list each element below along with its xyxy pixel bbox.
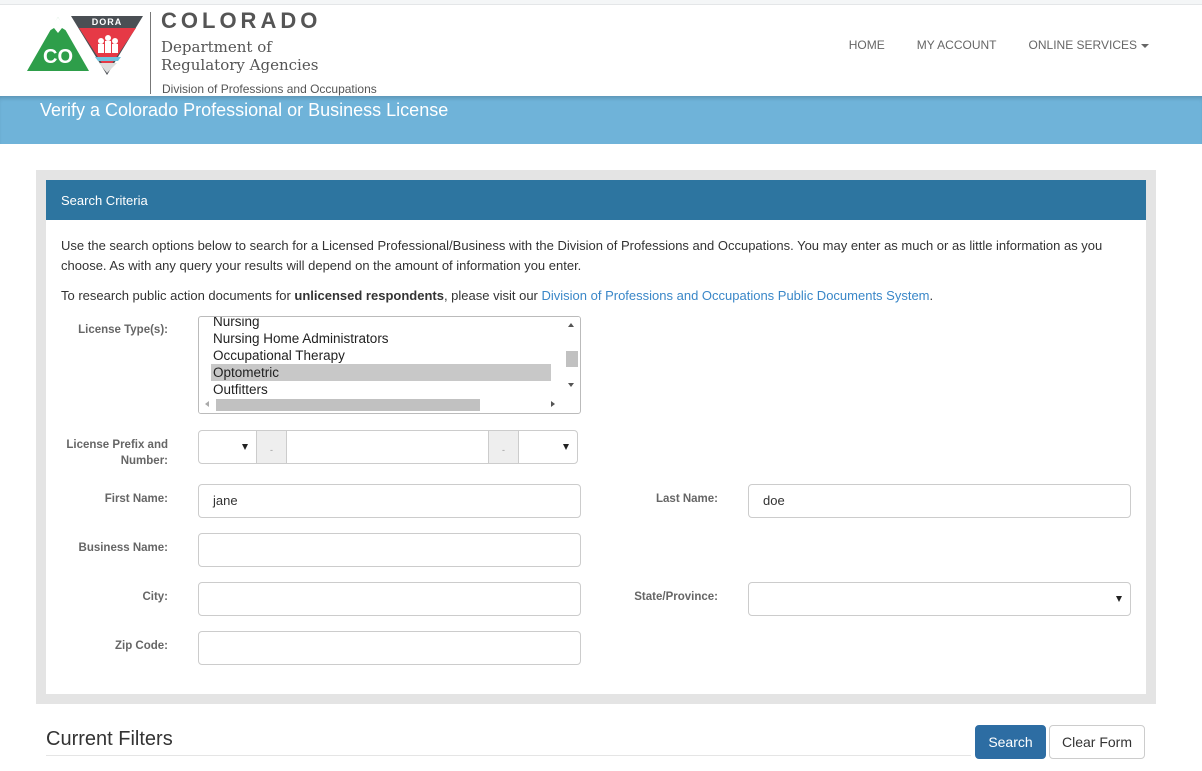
license-types-listbox[interactable]: Nursing Nursing Home Administrators Occu… [198,316,581,414]
dora-logo[interactable]: CO DORA [25,11,145,77]
license-prefix-select[interactable] [199,431,257,463]
first-name-input[interactable]: jane [198,484,581,518]
search-panel-wrapper: Search Criteria Use the search options b… [36,170,1156,704]
separator-addon: - [257,431,287,463]
research-suffix: . [929,288,934,303]
last-name-value: doe [763,493,785,508]
license-number-input[interactable] [287,431,489,463]
license-number-group: - - [198,430,578,464]
license-type-option[interactable]: Nursing [211,317,551,330]
public-documents-link[interactable]: Division of Professions and Occupations … [542,288,930,303]
listbox-horizontal-scrollbar[interactable] [199,396,565,413]
page-banner: Verify a Colorado Professional or Busine… [0,96,1202,144]
research-bold: unlicensed respondents [294,288,444,303]
listbox-vertical-scrollbar[interactable] [563,317,580,397]
first-name-value: jane [213,493,238,508]
license-prefix-label-line2: Number: [120,455,168,467]
intro-paragraph: Use the search options below to search f… [61,238,1103,273]
business-name-input[interactable] [198,533,581,567]
site-header: CO DORA COLORADO Department of Regulator… [0,5,1202,97]
state-label: State/Province: [634,591,718,603]
license-type-option-selected[interactable]: Optometric [211,364,551,381]
license-type-option[interactable]: Occupational Therapy [211,347,551,364]
license-prefix-label: License Prefix and Number: [46,437,168,469]
research-middle: , please visit our [443,288,542,303]
last-name-input[interactable]: doe [748,484,1131,518]
city-input[interactable] [198,582,581,616]
license-suffix-select[interactable] [519,431,577,463]
logo-divider [150,12,151,94]
nav-home[interactable]: HOME [849,38,885,52]
scroll-right-icon[interactable] [551,401,555,407]
filters-divider [46,755,971,756]
brand-dept-line1: Department of [161,38,272,56]
first-name-label: First Name: [104,493,168,505]
zip-label: Zip Code: [114,640,168,652]
license-prefix-label-line1: License Prefix and [66,439,168,451]
search-button[interactable]: Search [975,725,1046,759]
scroll-down-icon[interactable] [568,383,574,387]
page-title: Verify a Colorado Professional or Busine… [40,100,449,120]
license-types-label: License Type(s): [78,324,168,336]
panel-heading: Search Criteria [46,180,1146,220]
license-types-options: Nursing Nursing Home Administrators Occu… [211,317,551,398]
caret-down-icon [1141,43,1149,48]
logo-co-text: CO [43,46,73,68]
brand-dept-line2: Regulatory Agencies [161,56,319,74]
scroll-up-icon[interactable] [568,323,574,327]
scroll-thumb-horizontal[interactable] [216,399,480,411]
scroll-thumb[interactable] [566,351,578,367]
caret-down-icon [563,444,569,450]
zip-input[interactable] [198,631,581,665]
brand-department: Department of Regulatory Agencies [161,38,318,74]
research-paragraph: To research public action documents for … [61,286,1121,306]
logo-dora-text: DORA [92,17,123,27]
license-type-option[interactable]: Nursing Home Administrators [211,330,551,347]
search-panel: Search Criteria Use the search options b… [46,180,1146,694]
intro-text: Use the search options below to search f… [61,236,1121,316]
state-select[interactable] [748,582,1131,616]
current-filters-heading: Current Filters [46,728,173,750]
nav-my-account[interactable]: MY ACCOUNT [917,38,997,52]
main-nav: HOME MY ACCOUNT ONLINE SERVICES [849,38,1149,52]
separator-addon: - [489,431,519,463]
brand-division: Division of Professions and Occupations [162,82,377,96]
nav-online-services-label: ONLINE SERVICES [1028,38,1137,52]
research-prefix: To research public action documents for [61,288,295,303]
caret-down-icon [242,444,248,450]
nav-online-services[interactable]: ONLINE SERVICES [1029,38,1149,52]
scroll-left-icon[interactable] [205,401,209,407]
co-dora-logo-icon: CO DORA [27,16,143,75]
brand-title: COLORADO [161,8,322,33]
last-name-label: Last Name: [656,493,718,505]
city-label: City: [142,591,168,603]
clear-form-button[interactable]: Clear Form [1049,725,1145,759]
business-name-label: Business Name: [78,542,168,554]
caret-down-icon [1116,596,1122,602]
